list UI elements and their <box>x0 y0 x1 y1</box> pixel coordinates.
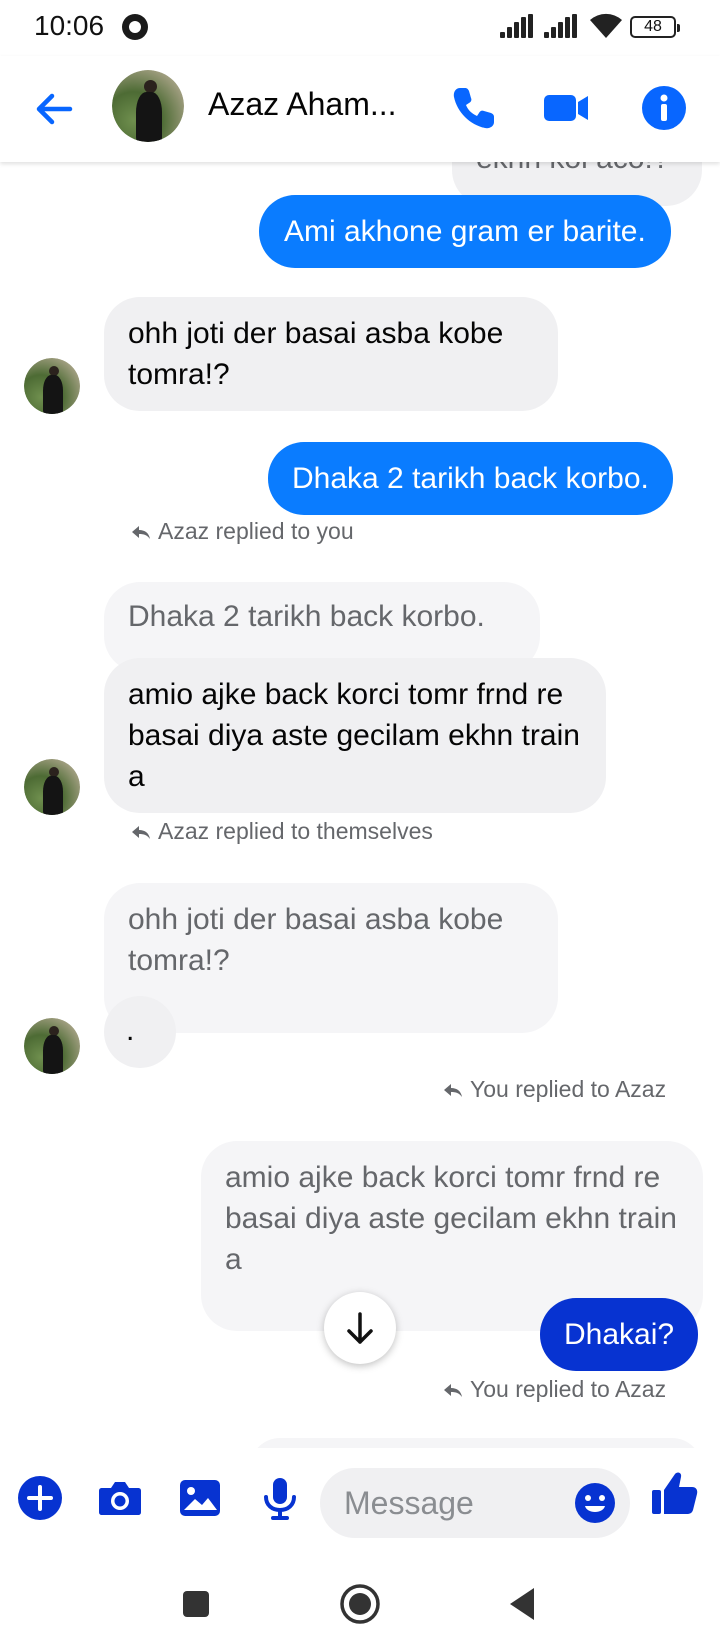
incoming-message-bubble[interactable]: amio ajke back korci tomr frnd re basai … <box>104 658 606 813</box>
plus-icon[interactable] <box>14 1472 66 1524</box>
quoted-message-partial[interactable] <box>250 1438 702 1448</box>
status-time: 10:06 <box>34 10 105 41</box>
system-navigation-bar <box>0 1558 720 1650</box>
quoted-text: Dhaka 2 tarikh back korbo. <box>128 600 485 633</box>
home-icon[interactable] <box>338 1582 382 1626</box>
outgoing-message-bubble[interactable]: Ami akhone gram er barite. <box>259 195 671 268</box>
incoming-message-bubble[interactable]: . <box>104 996 176 1068</box>
message-text: . <box>126 1014 135 1047</box>
contact-name[interactable]: Azaz Aham... <box>208 86 397 123</box>
reply-label-text: Azaz replied to themselves <box>158 818 433 844</box>
reply-label-text: You replied to Azaz <box>470 1376 667 1402</box>
message-field[interactable] <box>320 1468 630 1538</box>
camera-icon[interactable] <box>94 1472 146 1524</box>
message-list[interactable]: ekhn koi aco!? Ami akhone gram er barite… <box>0 162 720 1448</box>
phone-call-icon[interactable] <box>446 80 502 136</box>
reply-icon <box>444 1084 462 1097</box>
app-notification-icon <box>122 14 148 40</box>
like-thumbs-up-icon[interactable] <box>648 1468 700 1520</box>
message-input[interactable] <box>344 1480 564 1526</box>
message-text: amio ajke back korci tomr frnd re basai … <box>128 678 580 793</box>
gallery-icon[interactable] <box>174 1472 226 1524</box>
outgoing-message-bubble[interactable]: Dhakai? <box>540 1298 699 1371</box>
quoted-text: amio ajke back korci tomr frnd re basai … <box>225 1161 677 1276</box>
incoming-message-bubble[interactable]: ohh joti der basai asba kobe tomra!? <box>104 297 558 411</box>
message-text: Dhakai? <box>564 1318 675 1351</box>
reply-label-text: Azaz replied to you <box>158 518 354 544</box>
message-text: Ami akhone gram er barite. <box>284 215 646 248</box>
microphone-icon[interactable] <box>254 1472 306 1524</box>
sender-avatar[interactable] <box>24 759 80 815</box>
recent-apps-icon[interactable] <box>174 1582 218 1626</box>
status-bar: 10:06 48 <box>0 0 720 56</box>
reply-label-text: You replied to Azaz <box>470 1076 667 1102</box>
reply-indicator: Azaz replied to you <box>130 518 354 545</box>
reply-indicator: Azaz replied to themselves <box>130 818 433 845</box>
reply-indicator: You replied to Azaz <box>442 1376 666 1403</box>
reply-icon <box>132 826 150 839</box>
arrow-down-icon <box>347 1312 373 1344</box>
signal-icon <box>500 14 534 38</box>
video-call-icon[interactable] <box>538 80 594 136</box>
info-icon[interactable] <box>636 80 692 136</box>
message-text: Dhaka 2 tarikh back korbo. <box>292 462 649 495</box>
scroll-to-bottom-button[interactable] <box>324 1292 396 1364</box>
reply-icon <box>132 526 150 539</box>
conversation-header: Azaz Aham... <box>0 56 720 162</box>
battery-icon: 48 <box>630 16 680 38</box>
quoted-text: ohh joti der basai asba kobe tomra!? <box>128 903 504 977</box>
quoted-message[interactable]: ohh joti der basai asba kobe tomra!? <box>104 883 558 1033</box>
reply-indicator: You replied to Azaz <box>442 1076 666 1103</box>
outgoing-message-bubble[interactable]: Dhaka 2 tarikh back korbo. <box>268 442 673 515</box>
emoji-icon[interactable] <box>574 1482 616 1524</box>
signal-icon-2 <box>544 14 578 38</box>
message-text: ekhn koi aco!? <box>476 162 669 175</box>
reply-icon <box>444 1384 462 1397</box>
contact-avatar[interactable] <box>112 70 184 142</box>
back-nav-icon[interactable] <box>502 1582 546 1626</box>
sender-avatar[interactable] <box>24 358 80 414</box>
message-composer <box>0 1448 720 1558</box>
wifi-icon <box>590 13 622 38</box>
back-arrow-icon[interactable] <box>30 84 80 134</box>
sender-avatar[interactable] <box>24 1018 80 1074</box>
message-text: ohh joti der basai asba kobe tomra!? <box>128 317 504 391</box>
